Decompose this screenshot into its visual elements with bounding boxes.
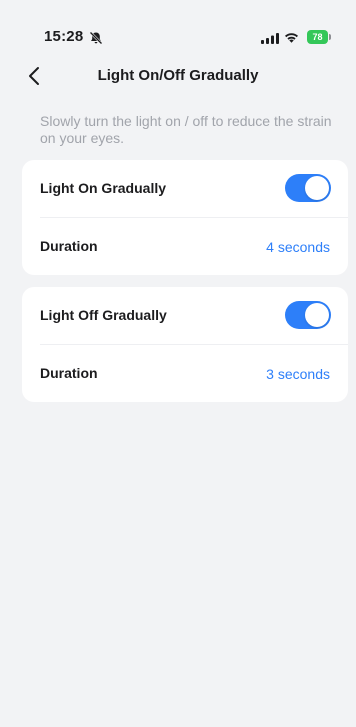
signal-icon — [261, 33, 279, 44]
page-title: Light On/Off Gradually — [97, 67, 259, 84]
light-off-row: Light Off Gradually — [22, 287, 348, 344]
settings-card-light-off: Light Off Gradually Duration 3 seconds — [22, 287, 348, 402]
toggle-knob — [305, 176, 329, 200]
status-time: 15:28 — [44, 28, 84, 45]
duration-label: Duration — [40, 238, 98, 254]
battery-tip — [329, 34, 331, 40]
light-on-toggle[interactable] — [285, 174, 331, 202]
description-text: Slowly turn the light on / off to reduce… — [40, 113, 332, 146]
light-on-duration-row[interactable]: Duration 4 seconds — [22, 218, 348, 275]
bell-muted-icon — [89, 31, 103, 45]
light-off-duration-value[interactable]: 3 seconds — [266, 366, 330, 382]
light-off-duration-row[interactable]: Duration 3 seconds — [22, 345, 348, 402]
light-on-row: Light On Gradually — [22, 160, 348, 217]
status-bar: 15:28 78 — [0, 0, 356, 45]
wifi-icon — [285, 33, 298, 43]
light-on-label: Light On Gradually — [40, 180, 167, 196]
toggle-knob — [305, 303, 329, 327]
light-off-label: Light Off Gradually — [40, 307, 167, 323]
nav-bar: Light On/Off Gradually — [0, 58, 356, 94]
battery-icon: 78 — [307, 30, 328, 44]
light-on-duration-value[interactable]: 4 seconds — [266, 239, 330, 255]
light-off-toggle[interactable] — [285, 301, 331, 329]
settings-card-light-on: Light On Gradually Duration 4 seconds — [22, 160, 348, 275]
duration-label: Duration — [40, 365, 98, 381]
